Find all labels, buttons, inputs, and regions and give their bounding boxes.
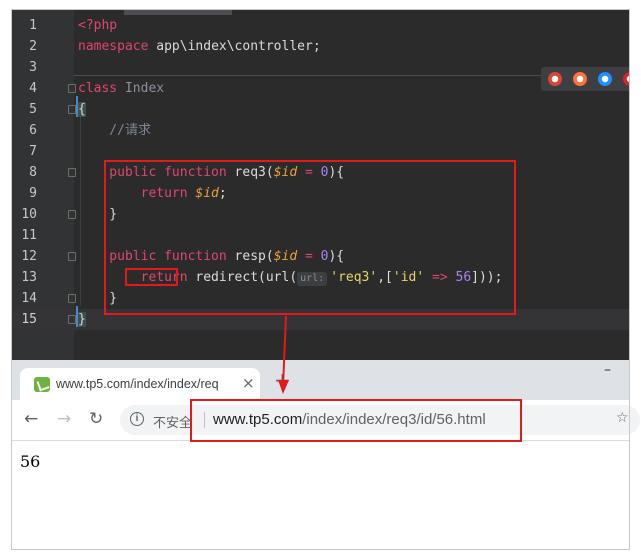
tab-title: www.tp5.com/index/index/req [56, 377, 219, 391]
line-number: 9 [29, 186, 37, 201]
chrome-icon[interactable] [548, 72, 562, 86]
code-token: { [78, 102, 86, 117]
brace-match-marker [76, 96, 78, 117]
highlight-box-functions [104, 160, 516, 315]
code-line[interactable]: 1 <?php [12, 15, 629, 36]
indent-guide [80, 117, 81, 306]
fold-marker-icon[interactable] [68, 168, 76, 177]
opera-icon[interactable] [623, 72, 629, 86]
code-text: namespace app\index\controller; [78, 36, 321, 57]
close-tab-icon[interactable]: × [242, 374, 255, 392]
highlight-box-return [125, 268, 178, 286]
fold-marker-icon[interactable] [68, 315, 76, 324]
line-number: 12 [21, 249, 37, 264]
fold-marker-icon[interactable] [68, 294, 76, 303]
code-text: <?php [78, 15, 117, 36]
reload-icon[interactable]: ↻ [89, 409, 103, 429]
code-line[interactable]: 7 [12, 141, 629, 162]
minimize-button[interactable]: – [604, 362, 611, 378]
code-token: namespace [78, 39, 157, 54]
browser-window: www.tp5.com/index/index/req × + – ← → ↻ … [12, 360, 640, 549]
back-icon[interactable]: ← [24, 409, 38, 429]
line-number: 15 [21, 312, 37, 327]
code-token: } [78, 312, 86, 327]
info-icon[interactable]: i [130, 412, 144, 426]
line-number: 14 [21, 291, 37, 306]
fold-marker-icon[interactable] [68, 252, 76, 261]
code-line[interactable]: 2 namespace app\index\controller; [12, 36, 629, 57]
line-number: 7 [29, 144, 37, 159]
line-number: 11 [21, 228, 37, 243]
line-number: 10 [21, 207, 37, 222]
site-favicon [34, 377, 50, 392]
browser-preview-icons [541, 67, 629, 91]
forward-icon[interactable]: → [57, 409, 71, 429]
code-token: Index [124, 81, 165, 96]
firefox-icon[interactable] [573, 72, 587, 86]
fold-marker-icon[interactable] [68, 105, 76, 114]
tab-strip: www.tp5.com/index/index/req × + – [12, 360, 629, 400]
bookmark-star-icon[interactable]: ☆ [616, 410, 629, 426]
line-number: 13 [21, 270, 37, 285]
line-number: 8 [29, 165, 37, 180]
tab-active[interactable]: www.tp5.com/index/index/req × [20, 368, 260, 400]
line-number: 1 [29, 18, 37, 33]
code-token: class [78, 81, 125, 96]
page-body-text: 56 [20, 452, 41, 471]
security-label[interactable]: 不安全 [153, 412, 192, 431]
new-tab-button[interactable]: + [274, 370, 291, 390]
line-number: 6 [29, 123, 37, 138]
code-line[interactable]: 5{ [12, 99, 629, 120]
line-number: 4 [29, 81, 37, 96]
code-token: app\index\controller; [156, 39, 321, 54]
code-text: } [78, 309, 86, 330]
code-text: class Index [78, 78, 164, 99]
fold-marker-icon[interactable] [68, 210, 76, 219]
line-number: 3 [29, 60, 37, 75]
code-token: //请求 [78, 123, 151, 138]
code-line[interactable]: 4 class Index [12, 78, 629, 99]
code-token: <?php [78, 18, 118, 33]
code-text: //请求 [78, 120, 151, 141]
code-line[interactable]: 6 //请求 [12, 120, 629, 141]
highlight-box-url [190, 399, 522, 442]
safari-icon[interactable] [598, 72, 612, 86]
brace-match-marker [76, 306, 78, 327]
line-number: 2 [29, 39, 37, 54]
fold-marker-icon[interactable] [68, 84, 76, 93]
line-number: 5 [29, 102, 37, 117]
